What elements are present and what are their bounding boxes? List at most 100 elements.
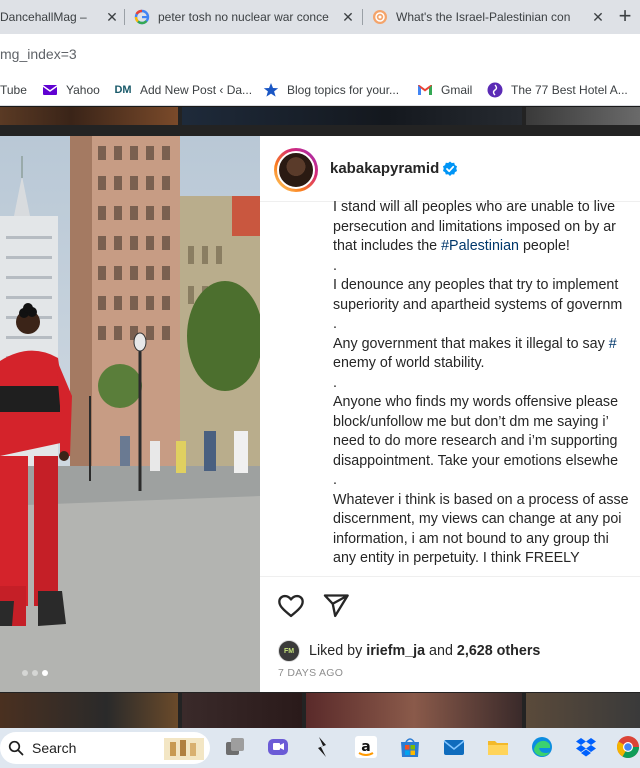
bookmark-label: Gmail (441, 82, 473, 97)
search-label: Search (32, 740, 77, 756)
caption-line: that includes the #Palestinian people! (333, 238, 570, 254)
tab-title: DancehallMag – (0, 10, 87, 24)
background-thumbnail (306, 693, 522, 728)
caption-line: . (333, 316, 337, 332)
hashtag-link[interactable]: #Palestinian (441, 238, 519, 254)
tab-strip: DancehallMag – ✕ peter tosh no nuclear w… (0, 0, 640, 34)
caption-line: . (333, 374, 337, 391)
bookmarks-bar: Tube Yahoo DM Add New Post ‹ Da... Blog … (0, 74, 640, 106)
post-caption: I stand will all peoples who are unable … (333, 198, 640, 576)
caption-line: information, i am not bound to any group… (333, 530, 609, 547)
bookmark-label: Add New Post ‹ Da... (140, 82, 253, 97)
dropbox-icon[interactable] (573, 734, 599, 760)
google-favicon (134, 9, 150, 25)
caption-line: persecution and limitations imposed on b… (333, 218, 616, 235)
chrome-icon[interactable] (615, 734, 640, 760)
address-bar[interactable]: mg_index=3 (0, 34, 640, 74)
svg-text:a: a (361, 739, 370, 755)
hashtag-link[interactable]: # (609, 336, 617, 352)
tab-separator (124, 9, 125, 25)
post-username[interactable]: kabakapyramid (330, 160, 439, 177)
background-thumbnail (526, 107, 640, 125)
url-text[interactable]: mg_index=3 (0, 46, 77, 62)
post-photo[interactable] (0, 136, 260, 692)
carousel-dot (32, 670, 38, 676)
likes-count[interactable]: 2,628 others (457, 643, 540, 659)
file-explorer-icon[interactable] (485, 734, 511, 760)
caption-line: Any government that makes it illegal to … (333, 335, 617, 352)
bookmark-label: Blog topics for your... (287, 82, 400, 97)
mail-icon[interactable] (441, 734, 467, 760)
tab-israel-palestinian[interactable]: What's the Israel-Palestinian con ✕ (372, 0, 608, 34)
star-icon (263, 82, 279, 98)
bookmark-label: Tube (0, 82, 27, 97)
tab-title: peter tosh no nuclear war conce (158, 10, 329, 24)
share-icon[interactable] (322, 592, 350, 620)
heart-icon[interactable] (277, 592, 305, 620)
tab-dancehallmag[interactable]: DancehallMag – ✕ (0, 0, 122, 34)
post-timestamp[interactable]: 7 DAYS AGO (278, 667, 343, 679)
tab-google-search[interactable]: peter tosh no nuclear war conce ✕ (134, 0, 358, 34)
bookmark-yahoo[interactable]: Yahoo (42, 74, 100, 105)
caption-line: . (333, 472, 337, 488)
close-icon[interactable]: ✕ (338, 9, 358, 26)
caption-line: any entity in perpetuity. I think FREELY (333, 550, 580, 566)
background-thumbnail (526, 693, 640, 728)
chat-icon[interactable] (265, 734, 291, 760)
likes-summary[interactable]: FM Liked by iriefm_ja and 2,628 others (278, 639, 540, 663)
tab-separator (362, 9, 363, 25)
gmail-icon (417, 82, 433, 98)
search-icon (8, 740, 24, 756)
bookmark-youtube[interactable]: Tube (0, 74, 27, 105)
close-icon[interactable]: ✕ (588, 9, 608, 26)
caption-line: . (333, 257, 337, 274)
web-icon (487, 82, 503, 98)
avatar-image (277, 151, 315, 189)
background-thumbnail (0, 107, 178, 125)
bookmark-gmail[interactable]: Gmail (417, 74, 472, 105)
caption-line: discernment, my views can change at any … (333, 511, 622, 527)
caption-line: enemy of world stability. (333, 355, 485, 371)
street-photo-illustration (0, 136, 260, 692)
divider (260, 576, 640, 577)
liked-by-and: and (429, 643, 453, 659)
liker-username[interactable]: iriefm_ja (366, 643, 425, 659)
background-thumbnail (182, 107, 522, 125)
caption-line: superiority and apartheid systems of gov… (333, 296, 623, 313)
new-tab-button[interactable]: + (612, 3, 638, 29)
amazon-icon[interactable]: a (353, 734, 379, 760)
web-favicon (372, 9, 388, 25)
dm-icon: DM (114, 83, 132, 96)
tab-title: What's the Israel-Palestinian con (396, 10, 571, 24)
task-view-icon[interactable] (222, 734, 248, 760)
post-header: kabakapyramid (260, 136, 640, 202)
bookmark-add-new-post[interactable]: DM Add New Post ‹ Da... (114, 74, 252, 105)
liker-avatar[interactable]: FM (278, 640, 300, 662)
bookmark-blog-topics[interactable]: Blog topics for your... (263, 74, 399, 105)
caption-line: Anyone who finds my words offensive plea… (333, 394, 619, 410)
close-icon[interactable]: ✕ (102, 9, 122, 26)
bookmark-label: The 77 Best Hotel A... (511, 82, 628, 97)
app-icon[interactable] (309, 734, 335, 760)
caption-line: disappointment. Take your emotions elsew… (333, 452, 619, 469)
background-thumbnail (0, 693, 178, 728)
background-thumbnail (182, 693, 302, 728)
yahoo-icon (42, 82, 58, 98)
post-detail-panel: kabakapyramid I stand will all peoples w… (260, 136, 640, 692)
avatar[interactable] (274, 148, 318, 192)
search-highlight-icon (164, 738, 204, 760)
carousel-dot (22, 670, 28, 676)
verified-badge-icon (443, 161, 457, 176)
taskbar-search[interactable]: Search (0, 732, 210, 764)
caption-line: I stand will all peoples who are unable … (333, 199, 616, 215)
bookmark-hotel[interactable]: The 77 Best Hotel A... (487, 74, 628, 105)
taskbar: Search a (0, 728, 640, 768)
edge-icon[interactable] (529, 734, 555, 760)
caption-line: I denounce any peoples that try to imple… (333, 277, 619, 293)
carousel-indicator (22, 670, 48, 676)
caption-line: block/unfollow me but don’t dm me saying… (333, 413, 609, 430)
store-icon[interactable] (397, 734, 423, 760)
liked-by-label: Liked by (309, 643, 363, 659)
caption-line: need to do more research and i’m support… (333, 433, 618, 449)
bookmark-label: Yahoo (66, 82, 100, 97)
